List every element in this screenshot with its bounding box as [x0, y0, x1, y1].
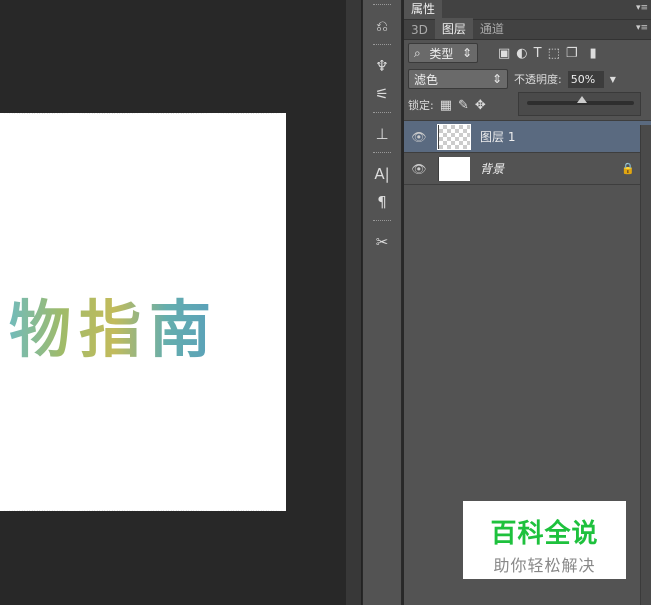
filter-kind-select[interactable]: ⌕ 类型 ⇕ — [408, 43, 478, 63]
tab-channels[interactable]: 通道 — [473, 18, 511, 39]
layer-name[interactable]: 背景 — [480, 160, 504, 177]
shape-filter-icon[interactable]: ⬚ — [548, 46, 560, 61]
panel-dock-icons: ⎌ ♆ ⚟ ⊥ A| ¶ ✂ — [363, 0, 402, 605]
canvas-area[interactable]: 物指南 — [0, 0, 346, 605]
paragraph-icon[interactable]: ¶ — [363, 188, 401, 216]
panel-menu-icon[interactable]: ▾≡ — [636, 23, 648, 33]
visibility-eye-icon[interactable]: 👁 — [404, 130, 434, 144]
tab-layers[interactable]: 图层 — [434, 18, 473, 39]
layer-name[interactable]: 图层 1 — [480, 128, 515, 145]
lock-transparent-icon[interactable]: ▦ — [440, 98, 452, 113]
panel-gutter — [346, 0, 362, 605]
panel-menu-icon[interactable]: ▾≡ — [636, 3, 648, 13]
character-icon[interactable]: A| — [363, 160, 401, 188]
lock-icon: 🔒 — [621, 162, 635, 175]
opacity-slider[interactable] — [518, 92, 641, 116]
watermark: 百科全说 助你轻松解决 — [463, 501, 626, 579]
lock-image-icon[interactable]: ✎ — [458, 98, 469, 113]
search-icon: ⌕ — [414, 45, 421, 60]
layer-thumbnail — [437, 123, 471, 150]
watermark-subtitle: 助你轻松解决 — [493, 556, 596, 575]
scrollbar[interactable] — [640, 125, 651, 605]
tools-icon[interactable]: ✂ — [363, 228, 401, 256]
type-filter-icon[interactable]: T — [534, 46, 542, 61]
history-icon[interactable]: ⎌ — [363, 12, 401, 40]
grip[interactable] — [373, 4, 391, 12]
pixel-filter-icon[interactable]: ▣ — [498, 46, 510, 61]
grip[interactable] — [373, 44, 391, 52]
opacity-dropdown-icon[interactable]: ▼ — [610, 75, 616, 84]
opacity-input[interactable]: 50% — [567, 70, 604, 88]
opacity-label: 不透明度: — [514, 73, 562, 86]
blend-row: 滤色 ⇕ 不透明度: 50% ▼ — [404, 66, 651, 92]
visibility-eye-icon[interactable]: 👁 — [404, 162, 434, 176]
lock-position-icon[interactable]: ✥ — [475, 98, 486, 113]
filter-toggle[interactable]: ▮ — [590, 46, 597, 61]
filter-row: ⌕ 类型 ⇕ ▣ ◐ T ⬚ ❐ ▮ — [404, 40, 651, 66]
blend-mode-select[interactable]: 滤色 ⇕ — [408, 69, 508, 89]
adjustment-filter-icon[interactable]: ◐ — [516, 46, 527, 61]
artwork-text: 物指南 — [9, 279, 219, 369]
layers-tabbar: 3D 图层 通道 ▾≡ — [404, 18, 651, 40]
brush-presets-icon[interactable]: ♆ — [363, 52, 401, 80]
tab-3d[interactable]: 3D — [404, 21, 435, 39]
tab-properties[interactable]: 属性 — [404, 0, 443, 19]
layer-thumbnail — [438, 156, 470, 181]
lock-label: 锁定: — [408, 99, 434, 112]
document-canvas[interactable]: 物指南 — [0, 113, 286, 511]
updown-icon: ⇕ — [491, 72, 502, 86]
clone-source-icon[interactable]: ⊥ — [363, 120, 401, 148]
grip[interactable] — [373, 152, 391, 160]
brush-settings-icon[interactable]: ⚟ — [363, 80, 401, 108]
opacity-slider-thumb[interactable] — [576, 96, 587, 103]
layer-row[interactable]: 👁 背景 🔒 — [404, 153, 651, 185]
properties-tabbar: 属性 ▾≡ — [404, 0, 651, 20]
smart-object-filter-icon[interactable]: ❐ — [566, 46, 578, 61]
grip[interactable] — [373, 220, 391, 228]
updown-icon: ⇕ — [461, 46, 472, 60]
layer-row[interactable]: 👁 图层 1 — [404, 121, 651, 153]
grip[interactable] — [373, 112, 391, 120]
watermark-title: 百科全说 — [490, 519, 599, 549]
